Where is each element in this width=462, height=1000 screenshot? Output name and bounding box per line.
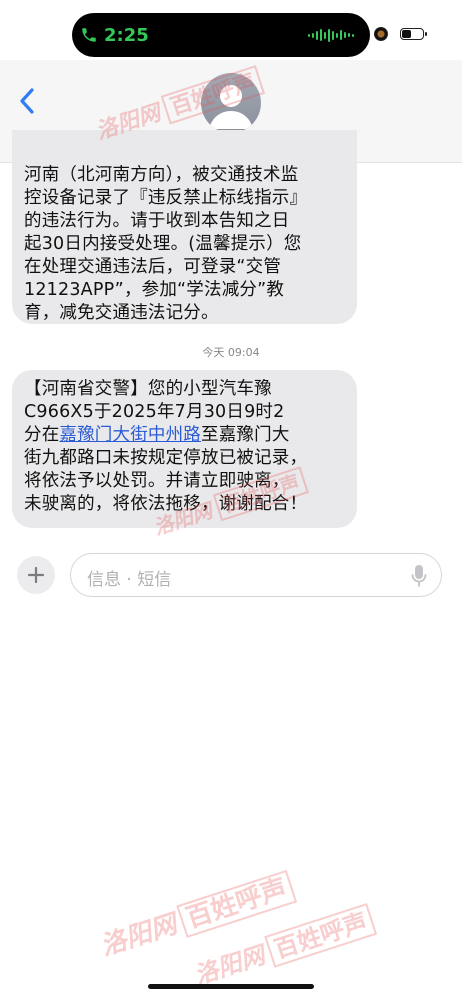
message-text: 【河南省交警】您的小型汽车豫 C966X5于2025年7月30日9时2 分在嘉豫…: [24, 378, 345, 516]
watermark: 洛阳网百姓呼声: [95, 866, 298, 963]
message-input[interactable]: 信息 · 短信: [70, 553, 442, 597]
active-call-indicator[interactable]: 2:25: [80, 20, 149, 50]
battery-icon: [400, 28, 427, 40]
status-time: 2:25: [104, 24, 149, 46]
back-chevron-icon[interactable]: [14, 84, 42, 118]
message-timestamp: 今天 09:04: [202, 346, 260, 359]
plus-icon: [27, 566, 45, 584]
camera-indicator-icon: [374, 27, 388, 41]
watermark: 洛阳网百姓呼声: [189, 900, 378, 991]
watermark-brand: 百姓呼声: [264, 902, 378, 968]
watermark-site: 洛阳网: [97, 909, 181, 963]
avatar-icon: [209, 85, 253, 129]
watermark-brand: 百姓呼声: [176, 869, 298, 938]
mic-icon[interactable]: [411, 564, 427, 588]
audio-waveform-icon: [308, 28, 356, 42]
phone-icon: [82, 28, 96, 42]
bubble-tail: [8, 304, 26, 324]
bubble-tail: [8, 508, 26, 528]
avatar[interactable]: [201, 73, 261, 133]
watermark-site: 洛阳网: [190, 940, 269, 990]
add-attachment-button[interactable]: [17, 556, 55, 594]
message-text: 河南（北河南方向），被交通技术监 控设备记录了『违反禁止标线指示』 的违法行为。…: [24, 165, 308, 323]
message-bubble[interactable]: 河南（北河南方向），被交通技术监 控设备记录了『违反禁止标线指示』 的违法行为。…: [8, 130, 357, 324]
home-indicator[interactable]: [148, 984, 314, 989]
message-input-placeholder: 信息 · 短信: [87, 570, 172, 590]
address-link[interactable]: 嘉豫门大街中州路: [59, 425, 201, 445]
message-bubble[interactable]: 【河南省交警】您的小型汽车豫 C966X5于2025年7月30日9时2 分在嘉豫…: [8, 370, 357, 528]
